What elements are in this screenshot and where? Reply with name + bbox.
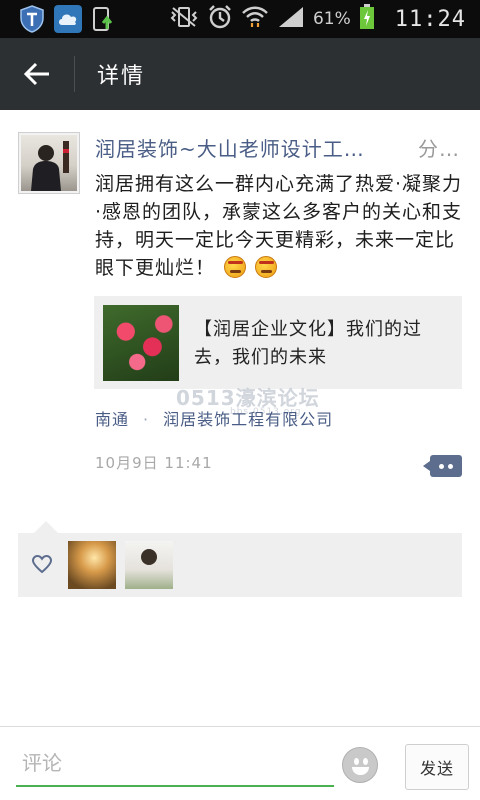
page-title: 详情 <box>97 64 146 89</box>
shared-link-card[interactable]: 【润居企业文化】我们的过去，我们的未来 <box>94 296 462 389</box>
emoji-button[interactable] <box>342 747 378 783</box>
dot <box>448 463 453 469</box>
wifi-icon <box>241 5 269 33</box>
back-button[interactable] <box>0 38 74 110</box>
send-button[interactable]: 发送 <box>405 744 469 790</box>
location-place: 润居装饰工程有限公司 <box>163 410 334 429</box>
comment-menu-button[interactable] <box>423 455 462 477</box>
location-separator: · <box>143 410 150 429</box>
shield-icon <box>18 5 46 33</box>
emoji-mouth <box>352 767 369 775</box>
app-header: 详情 <box>0 38 480 110</box>
clock: 11:24 <box>394 6 466 32</box>
signal-icon <box>277 5 305 33</box>
status-bar: 61% 11:24 <box>0 0 480 38</box>
post-content: 润居拥有这么一群内心充满了热爱·凝聚力·感恩的团队，承蒙这么多客户的关心和支持，… <box>95 170 465 282</box>
emoji-eye <box>363 758 368 765</box>
status-bar-left <box>0 5 118 33</box>
battery-percent: 61% <box>312 9 351 29</box>
cloud-app-icon <box>54 5 82 33</box>
avatar-portrait <box>31 141 69 191</box>
link-thumbnail <box>103 305 179 381</box>
author-avatar[interactable] <box>18 132 80 194</box>
battery-icon <box>359 4 375 34</box>
likes-panel <box>18 533 462 597</box>
status-bar-right: 61% 11:24 <box>169 4 480 34</box>
post-timestamp: 10月9日 11:41 <box>95 454 213 472</box>
heart-icon <box>32 555 52 573</box>
vibrate-icon <box>169 6 199 32</box>
comment-bar: 发送 <box>0 726 480 800</box>
liker-avatar[interactable] <box>125 541 173 589</box>
alarm-icon <box>207 4 233 34</box>
liker-avatar[interactable] <box>68 541 116 589</box>
angry-emoji-icon <box>255 256 278 278</box>
likes-arrow <box>34 521 58 533</box>
post-location[interactable]: 南通 · 润居装饰工程有限公司 <box>95 406 333 430</box>
author-name[interactable]: 润居装饰~大山老师设计工… <box>95 133 405 162</box>
location-city: 南通 <box>95 410 130 429</box>
emoji-eye <box>354 758 359 765</box>
back-arrow-icon <box>23 62 49 86</box>
angry-emoji-icon <box>224 256 247 278</box>
comment-input[interactable] <box>16 741 334 787</box>
link-title: 【润居企业文化】我们的过去，我们的未来 <box>194 319 422 368</box>
screenshot-upload-icon <box>90 5 118 33</box>
post-text: 润居拥有这么一群内心充满了热爱·凝聚力·感恩的团队，承蒙这么多客户的关心和支持，… <box>95 173 463 279</box>
dot <box>439 463 444 469</box>
share-label: 分… <box>418 137 460 161</box>
